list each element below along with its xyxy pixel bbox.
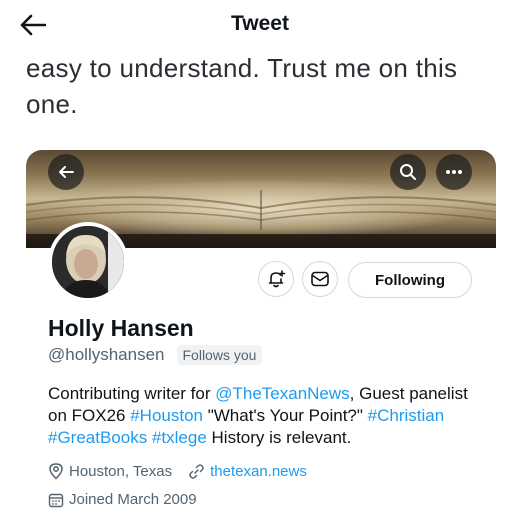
website-link[interactable]: thetexan.news — [210, 463, 307, 480]
notifications-button[interactable] — [258, 261, 294, 297]
follows-you-badge: Follows you — [176, 345, 263, 365]
hashtag-link[interactable]: #txlege — [152, 428, 207, 447]
profile-bio: Contributing writer for @TheTexanNews, G… — [48, 383, 488, 449]
banner-back-button[interactable] — [48, 154, 84, 190]
mail-icon — [311, 271, 329, 287]
location-item: Houston, Texas — [48, 462, 172, 480]
search-icon — [400, 164, 416, 180]
link-icon — [189, 463, 204, 479]
hashtag-link[interactable]: #GreatBooks — [48, 428, 147, 447]
bell-plus-icon — [268, 270, 286, 288]
mention-link[interactable]: @TheTexanNews — [215, 384, 349, 403]
top-bar: Tweet — [0, 0, 520, 52]
handle-row: @hollyshansen Follows you — [48, 345, 263, 365]
calendar-icon — [48, 493, 64, 507]
location-pin-icon — [49, 463, 63, 480]
hashtag-link[interactable]: #Houston — [130, 406, 203, 425]
joined-text: Joined March 2009 — [69, 491, 197, 508]
hashtag-link[interactable]: #Christian — [368, 406, 445, 425]
avatar[interactable] — [48, 222, 128, 302]
bio-text: Contributing writer for — [48, 384, 216, 403]
avatar-photo — [52, 226, 124, 298]
location-text: Houston, Texas — [69, 462, 173, 480]
banner-search-button[interactable] — [390, 154, 426, 190]
profile-name: Holly Hansen — [48, 315, 194, 341]
message-button[interactable] — [302, 261, 338, 297]
banner-more-button[interactable] — [436, 154, 472, 190]
bio-text: "What's Your Point?" — [203, 406, 368, 425]
profile-meta: Houston, Texas thetexan.news — [48, 462, 307, 480]
joined-row: Joined March 2009 — [48, 491, 197, 508]
following-button[interactable]: Following — [348, 262, 472, 298]
tweet-text: easy to understand. Trust me on this one… — [26, 53, 458, 119]
profile-handle: @hollyshansen — [48, 345, 165, 364]
bio-text: History is relevant. — [206, 428, 352, 447]
page-title: Tweet — [231, 12, 289, 35]
more-icon — [446, 170, 462, 174]
profile-card[interactable]: Following Holly Hansen @hollyshansen Fol… — [26, 150, 496, 520]
back-arrow-icon — [59, 166, 74, 178]
website-item[interactable]: thetexan.news — [188, 463, 307, 480]
